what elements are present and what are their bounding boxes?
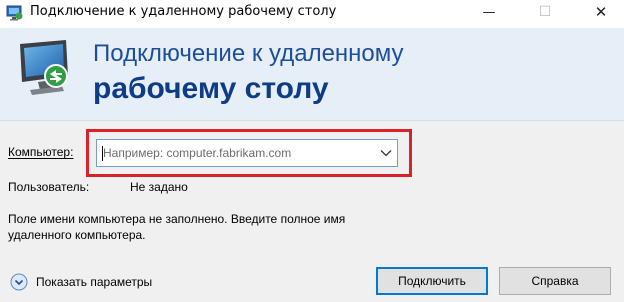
text-caret xyxy=(102,146,103,161)
banner-divider xyxy=(0,120,624,121)
info-message: Поле имени компьютера не заполнено. Введ… xyxy=(8,212,346,242)
help-button-label: Справка xyxy=(531,274,579,288)
maximize-icon: ☐ xyxy=(538,4,552,20)
connect-button-label: Подключить xyxy=(398,274,466,288)
window-title: Подключение к удаленному рабочему столу xyxy=(30,4,337,19)
remote-desktop-window: Подключение к удаленному рабочему столу … xyxy=(0,0,624,302)
remote-desktop-monitor-icon xyxy=(20,40,68,95)
show-options-label[interactable]: Показать параметры xyxy=(36,275,152,289)
header-banner: Подключение к удаленному рабочему столу xyxy=(0,28,624,120)
chevron-down-icon xyxy=(380,150,392,157)
computer-combobox[interactable] xyxy=(96,139,398,167)
remote-desktop-app-icon xyxy=(6,5,23,21)
expand-options-icon xyxy=(10,273,28,291)
minimize-button[interactable]: — xyxy=(466,0,512,24)
close-icon: ✕ xyxy=(594,3,608,21)
minimize-icon: — xyxy=(482,4,496,20)
banner-title-line1: Подключение к удаленному xyxy=(93,40,404,67)
connect-button[interactable]: Подключить xyxy=(376,267,488,295)
user-label: Пользователь: xyxy=(8,180,90,194)
computer-dropdown-button[interactable] xyxy=(375,140,397,166)
computer-label: Компьютер: xyxy=(8,145,74,159)
maximize-button[interactable]: ☐ xyxy=(522,0,568,24)
help-button[interactable]: Справка xyxy=(499,267,611,295)
banner-title-line2: рабочему столу xyxy=(93,72,329,105)
show-options-toggle[interactable]: Показать параметры xyxy=(10,272,152,292)
title-bar: Подключение к удаленному рабочему столу … xyxy=(0,0,624,28)
computer-input[interactable] xyxy=(97,140,375,166)
user-value: Не задано xyxy=(130,180,188,194)
close-button[interactable]: ✕ xyxy=(578,0,624,24)
